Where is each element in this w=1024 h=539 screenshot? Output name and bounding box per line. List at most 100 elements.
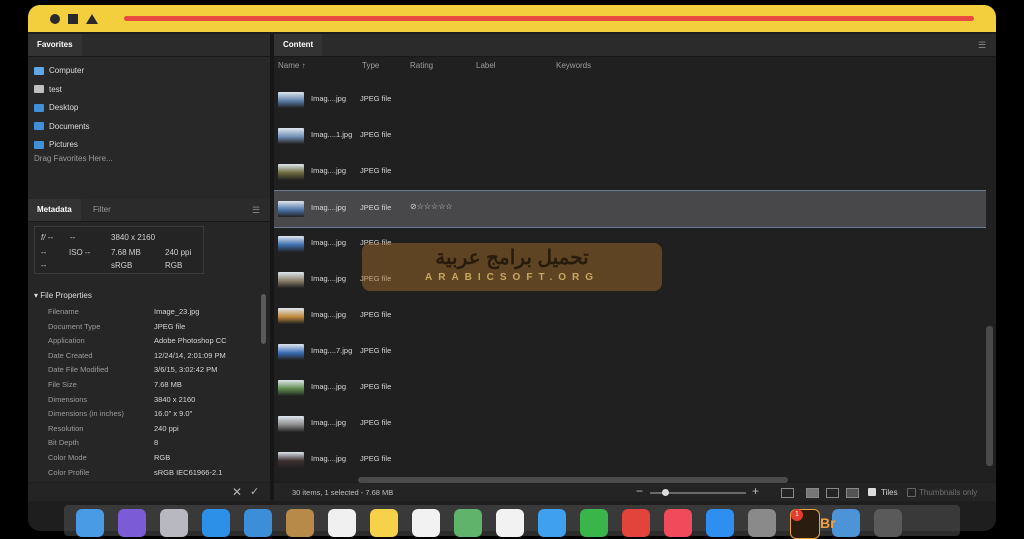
mail-icon[interactable] <box>244 509 272 537</box>
file-thumbnail[interactable] <box>278 272 304 288</box>
zoom-in-button[interactable]: + <box>752 484 759 498</box>
file-thumbnail[interactable] <box>278 416 304 432</box>
sidebar-item-desktop[interactable]: Desktop <box>34 101 78 115</box>
file-row[interactable]: Imag....jpg JPEG file <box>274 370 986 406</box>
property-label: Dimensions (in inches) <box>48 409 124 419</box>
siri-icon[interactable] <box>118 509 146 537</box>
content-header: Content ☰ <box>274 34 996 57</box>
column-name[interactable]: Name ↑ <box>278 61 306 70</box>
property-row: File Size 7.68 MB <box>48 378 258 392</box>
file-row[interactable]: Imag....jpg JPEG file <box>274 82 986 118</box>
sidebar-item-computer[interactable]: Computer <box>34 64 84 78</box>
thumbnails-only-checkbox[interactable] <box>907 488 916 497</box>
triangle-shape-icon <box>86 14 98 24</box>
tab-filter[interactable]: Filter <box>84 199 120 221</box>
property-label: Filename <box>48 307 79 316</box>
file-row[interactable]: Imag....jpg JPEG file ⊘☆☆☆☆☆ <box>274 190 986 228</box>
system-preferences-icon[interactable] <box>748 509 776 537</box>
trash-icon[interactable] <box>874 509 902 537</box>
slider-knob[interactable] <box>661 489 669 496</box>
file-thumbnail[interactable] <box>278 380 304 396</box>
file-row[interactable]: Imag....jpg JPEG file <box>274 154 986 190</box>
shutter-value: -- <box>70 233 76 242</box>
file-type: JPEG file <box>360 382 392 391</box>
circle-shape-icon <box>50 14 60 24</box>
finder-icon[interactable] <box>76 509 104 537</box>
cancel-button[interactable]: ✕ <box>232 485 242 499</box>
drag-favorites-hint: Drag Favorites Here... <box>34 154 113 163</box>
property-label: Date File Modified <box>48 365 109 375</box>
safari-icon[interactable] <box>202 509 230 537</box>
file-rating[interactable]: ⊘☆☆☆☆☆ <box>410 202 453 211</box>
metadata-summary-box: f/ -- -- -- ISO -- -- 3840 x 2160 7.68 M… <box>34 226 204 274</box>
contacts-icon[interactable] <box>286 509 314 537</box>
music-icon[interactable] <box>664 509 692 537</box>
list-view-icon[interactable] <box>846 488 859 498</box>
file-type: JPEG file <box>360 130 392 139</box>
file-thumbnail[interactable] <box>278 164 304 180</box>
column-keywords[interactable]: Keywords <box>556 61 591 70</box>
maps-icon[interactable] <box>454 509 482 537</box>
app-store-icon[interactable] <box>706 509 734 537</box>
file-thumbnail[interactable] <box>278 308 304 324</box>
tiles-checkbox[interactable] <box>868 488 876 496</box>
tab-metadata[interactable]: Metadata <box>28 199 81 221</box>
file-thumbnail[interactable] <box>278 128 304 144</box>
file-thumbnail[interactable] <box>278 92 304 108</box>
downloads-folder-icon[interactable] <box>832 509 860 537</box>
details-view-icon[interactable] <box>826 488 839 498</box>
property-value: RGB <box>154 453 171 462</box>
aperture-value: f/ -- <box>41 233 53 242</box>
file-thumbnail[interactable] <box>278 452 304 468</box>
tab-content[interactable]: Content <box>274 34 323 56</box>
reminders-icon[interactable] <box>412 509 440 537</box>
property-row: Date Created 12/24/14, 2:01:09 PM <box>48 349 258 363</box>
calendar-icon[interactable] <box>328 509 356 537</box>
status-bar: 30 items, 1 selected - 7.68 MB − + Tiles… <box>274 483 996 501</box>
thumbnail-size-slider[interactable] <box>650 489 746 496</box>
notes-icon[interactable] <box>370 509 398 537</box>
sidebar-item-documents[interactable]: Documents <box>34 120 89 134</box>
file-name: Imag....jpg <box>311 382 347 391</box>
apply-button[interactable]: ✓ <box>250 485 259 498</box>
property-value: 16.0" x 9.0" <box>154 409 193 419</box>
metadata-scrollbar[interactable] <box>261 294 266 344</box>
column-label[interactable]: Label <box>476 61 496 70</box>
grid-view-icon[interactable] <box>781 488 794 498</box>
column-rating[interactable]: Rating <box>410 61 433 70</box>
file-thumbnail[interactable] <box>278 201 304 217</box>
file-row[interactable]: Imag....jpg JPEG file <box>274 298 986 334</box>
launchpad-icon[interactable] <box>160 509 188 537</box>
file-row[interactable]: Imag....1.jpg JPEG file <box>274 118 986 154</box>
file-name: Imag....7.jpg <box>311 346 353 355</box>
sidebar-item-label: test <box>49 84 62 94</box>
news-icon[interactable] <box>622 509 650 537</box>
messages-icon[interactable] <box>538 509 566 537</box>
column-type[interactable]: Type <box>362 61 379 70</box>
metadata-panel: Metadata Filter ☰ f/ -- -- -- ISO -- -- … <box>28 199 270 482</box>
file-row[interactable]: Imag....jpg JPEG file <box>274 442 986 478</box>
tab-favorites[interactable]: Favorites <box>28 34 82 56</box>
item-count-text: 30 items, 1 selected - 7.68 MB <box>292 488 394 497</box>
iso-value: ISO -- <box>69 248 91 257</box>
file-thumbnail[interactable] <box>278 344 304 360</box>
thumbnail-view-icon[interactable] <box>806 488 819 498</box>
file-name: Imag....jpg <box>311 166 347 175</box>
file-row[interactable]: Imag....jpg JPEG file <box>274 406 986 442</box>
content-menu-icon[interactable]: ☰ <box>978 40 986 51</box>
sidebar-item-test[interactable]: test <box>34 83 62 97</box>
watermark-arabic: تحميل برامج عربية <box>435 247 589 269</box>
file-properties-section[interactable]: ▾ File Properties <box>34 291 92 300</box>
sidebar-item-pictures[interactable]: Pictures <box>34 138 78 152</box>
panel-menu-icon[interactable]: ☰ <box>252 205 260 216</box>
property-label: Color Mode <box>48 453 87 462</box>
property-row: Dimensions 3840 x 2160 <box>48 393 258 407</box>
file-name: Imag....jpg <box>311 238 347 247</box>
zoom-out-button[interactable]: − <box>636 484 643 498</box>
vertical-scrollbar[interactable] <box>986 326 993 466</box>
file-row[interactable]: Imag....7.jpg JPEG file <box>274 334 986 370</box>
photos-icon[interactable] <box>496 509 524 537</box>
property-label: Color Profile <box>48 467 90 477</box>
facetime-icon[interactable] <box>580 509 608 537</box>
file-thumbnail[interactable] <box>278 236 304 252</box>
